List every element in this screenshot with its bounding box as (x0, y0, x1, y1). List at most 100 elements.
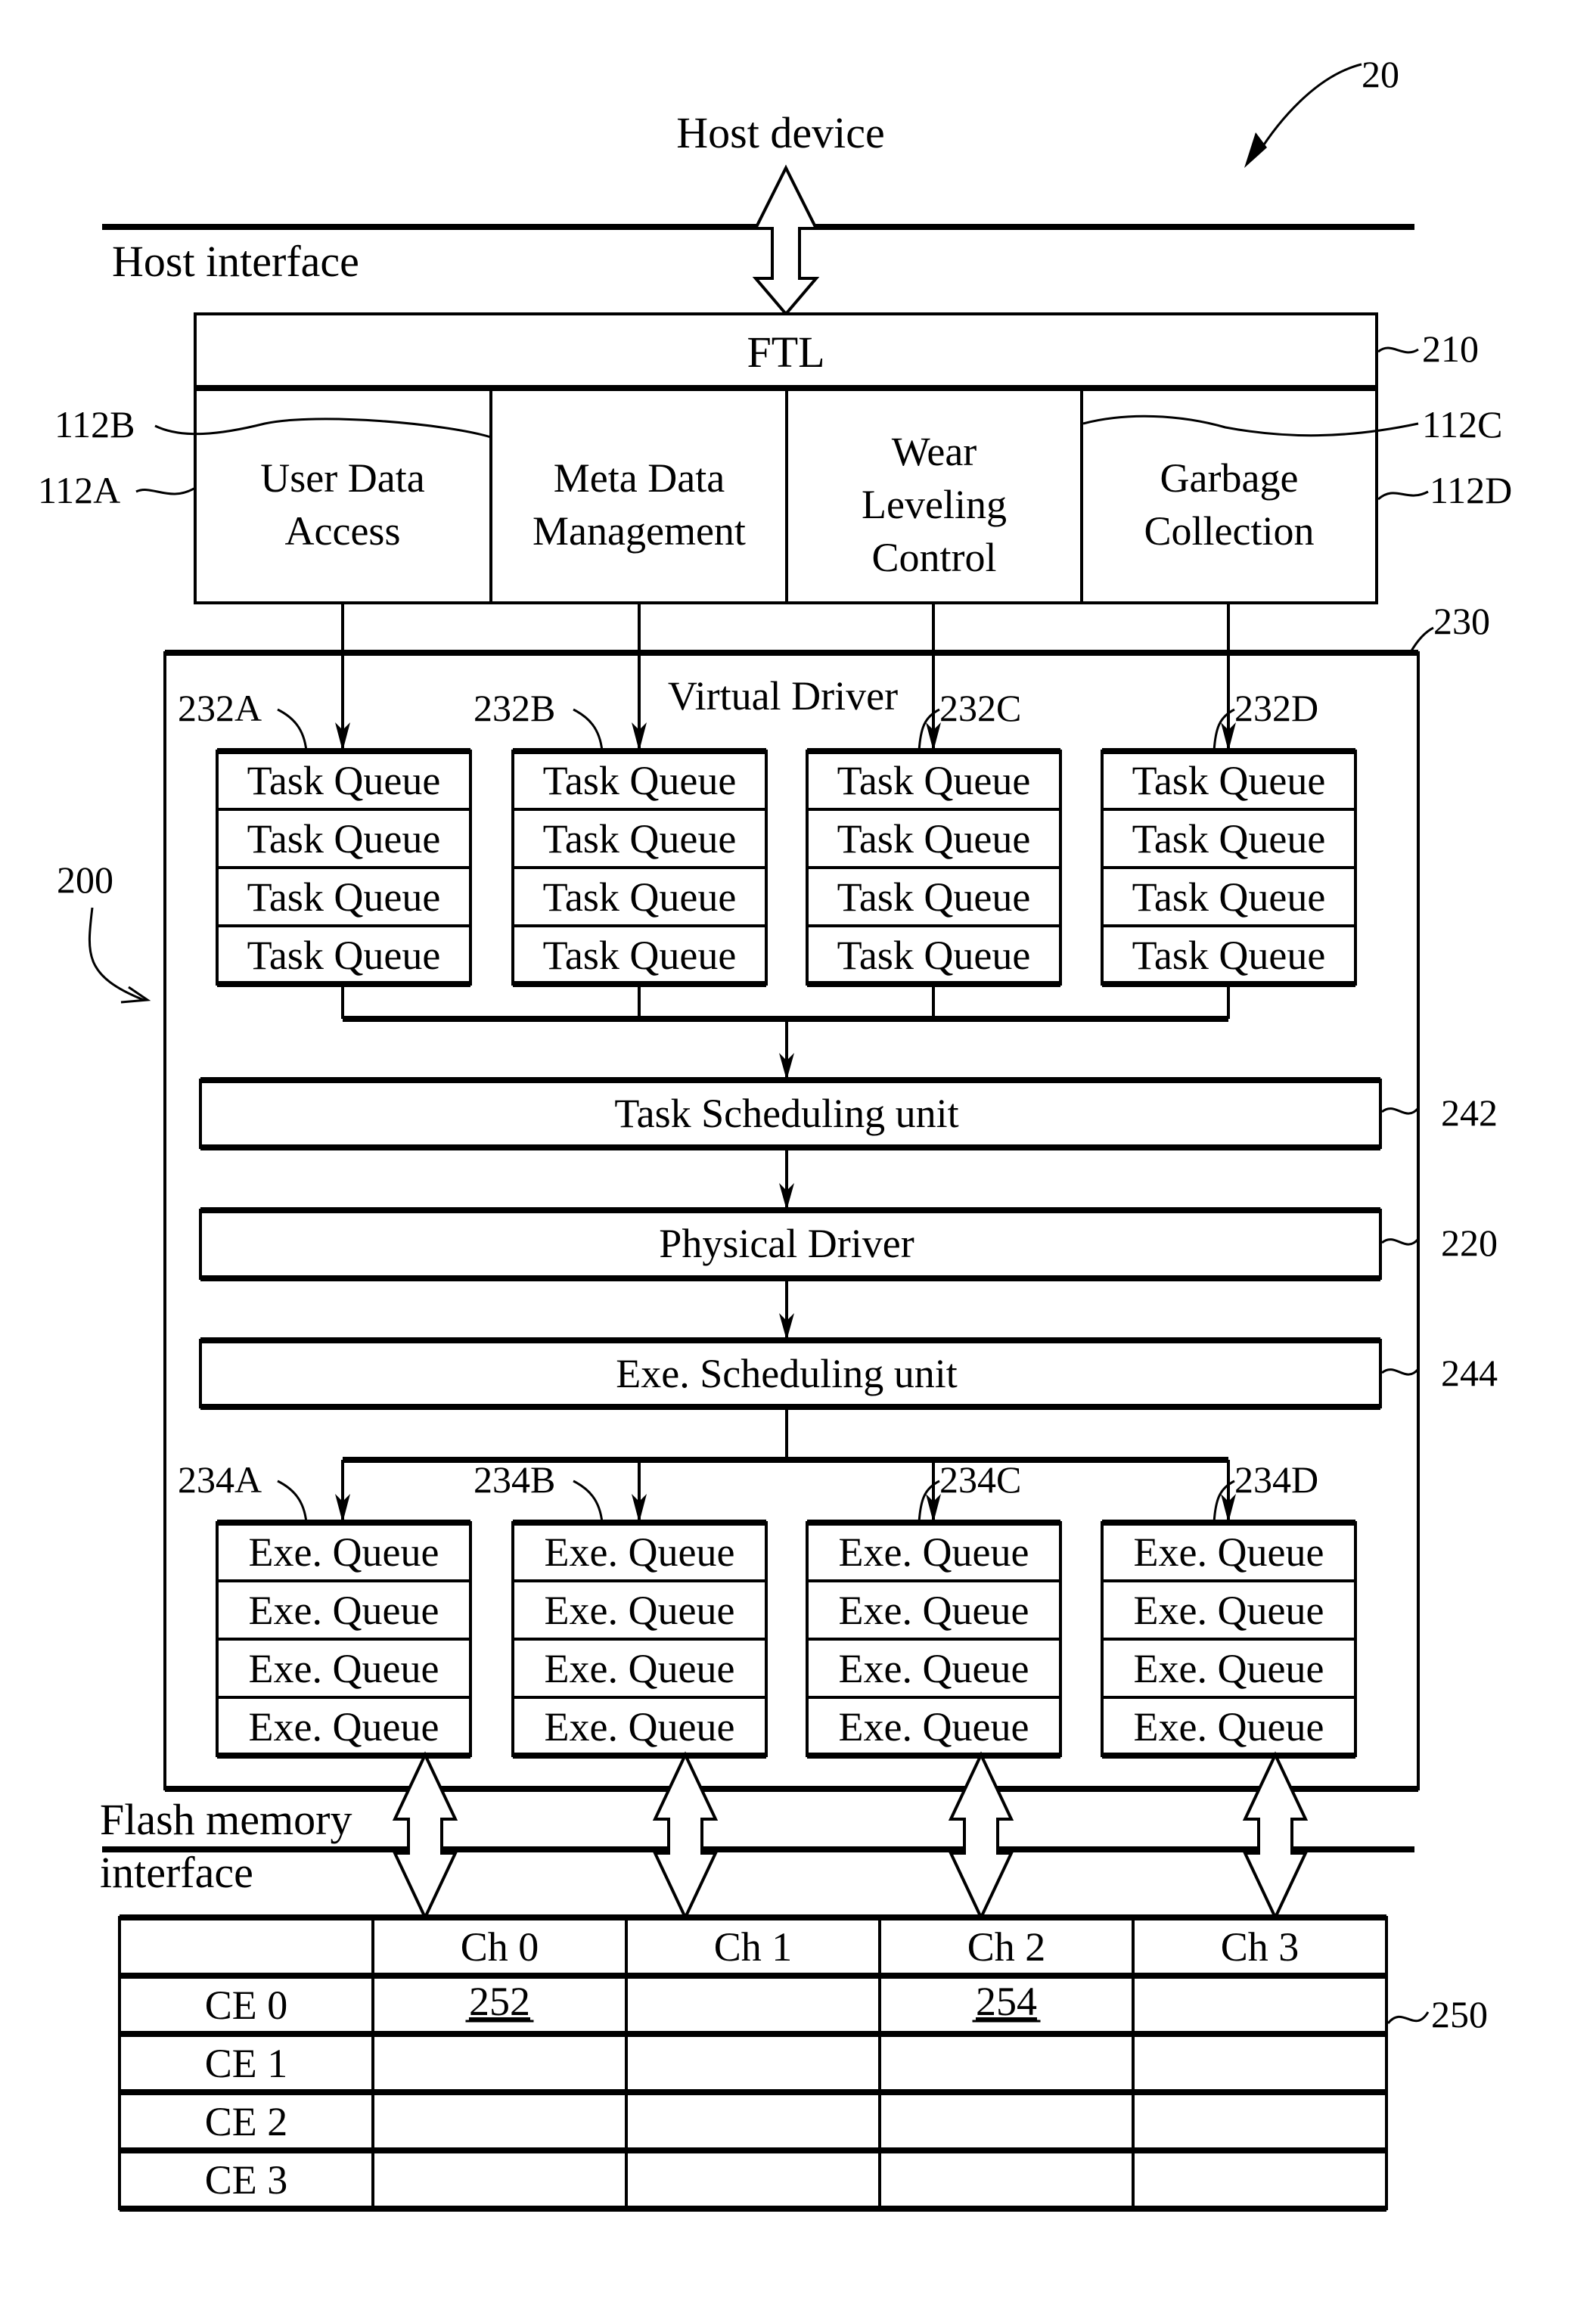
exe-queue-group: Exe. Queue Exe. Queue Exe. Queue Exe. Queue… (806, 1458, 1062, 1759)
flash-block-cell[interactable] (1136, 2037, 1383, 2089)
task-queue-label: Task Queue (247, 874, 441, 920)
channel-header: Ch 3 (1221, 1924, 1299, 1970)
flash-block-cell[interactable] (376, 2153, 623, 2206)
flash-block-cell[interactable] (629, 1979, 877, 2031)
module-ref-112C: 112C (1422, 403, 1503, 446)
channel-header: Ch 2 (967, 1924, 1046, 1970)
flash-interface-label-2: interface (100, 1848, 253, 1897)
task-scheduling-label: Task Scheduling unit (614, 1091, 958, 1136)
virtual-driver-ref-leader (1409, 626, 1434, 653)
controller-ref-leader (88, 907, 144, 1001)
task-scheduling-ref-leader (1381, 1107, 1420, 1115)
exe-queue-label: Exe. Queue (1134, 1588, 1324, 1633)
ftl-module-label: Control (871, 535, 996, 580)
task-queue-ref: 232B (474, 687, 555, 729)
module-ref-112A-leader (135, 486, 196, 495)
module-ref-112D: 112D (1430, 469, 1512, 511)
task-queue-group: Task Queue Task Queue Task Queue Task Queue… (1101, 603, 1357, 987)
flash-block-cell[interactable] (883, 2095, 1130, 2147)
exe-queue-groups: Exe. Queue Exe. Queue Exe. Queue Exe. Queue… (178, 1458, 1357, 1759)
exe-queue-ref: 234D (1234, 1458, 1318, 1501)
flash-interface-label-1: Flash memory (100, 1795, 352, 1844)
exe-queue-label: Exe. Queue (839, 1529, 1029, 1575)
exe-queue-label: Exe. Queue (1134, 1529, 1324, 1575)
exe-queue-label: Exe. Queue (1134, 1704, 1324, 1750)
flash-block-cell[interactable] (883, 2153, 1130, 2206)
ftl-ref-leader (1377, 346, 1419, 354)
flash-double-arrows (392, 1751, 1309, 1921)
block-ref: 254 (976, 1979, 1037, 2024)
task-queue-label: Task Queue (837, 758, 1031, 803)
exe-queue-group: Exe. Queue Exe. Queue Exe. Queue Exe. Queue… (1101, 1458, 1357, 1759)
flash-block-cell[interactable] (376, 2095, 623, 2147)
task-queue-label: Task Queue (837, 874, 1031, 920)
ftl-module-label: Meta Data (554, 455, 725, 501)
exe-queue-ref: 234A (178, 1458, 262, 1501)
module-ref-112D-leader (1377, 490, 1429, 501)
task-queue-label: Task Queue (543, 816, 737, 862)
channel-header: Ch 0 (461, 1924, 539, 1970)
ftl-label: FTL (747, 328, 824, 377)
task-queue-label: Task Queue (247, 758, 441, 803)
flash-array-table: Ch 0 Ch 1 Ch 2 Ch 3 CE 0 252 254 CE 1 CE 2 CE 3 (118, 1914, 1388, 2212)
task-queue-ref: 232A (178, 687, 262, 729)
flash-block-cell[interactable] (1136, 2095, 1383, 2147)
flash-block-cell[interactable] (629, 2153, 877, 2206)
task-queue-group: Task Queue Task Queue Task Queue Task Queue… (474, 603, 768, 987)
flash-block-cell[interactable] (1136, 1979, 1383, 2031)
task-queue-group: Task Queue Task Queue Task Queue Task Queue… (178, 603, 472, 987)
ftl-ref: 210 (1422, 328, 1479, 370)
exe-queue-ref: 234C (939, 1458, 1021, 1501)
physical-driver-ref-leader (1381, 1237, 1420, 1246)
module-ref-112A: 112A (38, 469, 120, 511)
chip-enable-label: CE 2 (205, 2099, 288, 2144)
exe-queue-label: Exe. Queue (249, 1704, 439, 1750)
task-queue-ref: 232C (939, 687, 1021, 729)
flash-block-cell[interactable] (883, 2037, 1130, 2089)
block-diagram: 20 Host device Host interface FTL User D… (38, 53, 1512, 2212)
exe-queue-label: Exe. Queue (249, 1646, 439, 1691)
flash-block-cell[interactable] (629, 2095, 877, 2147)
exe-queue-group: Exe. Queue Exe. Queue Exe. Queue Exe. Queue… (178, 1458, 472, 1759)
flash-block-cell[interactable] (629, 2037, 877, 2089)
virtual-driver-label: Virtual Driver (668, 673, 898, 719)
exe-scheduling-ref: 244 (1441, 1352, 1498, 1394)
task-queue-label: Task Queue (1132, 933, 1326, 978)
chip-enable-label: CE 3 (205, 2157, 288, 2203)
channel-double-arrow-icon (392, 1751, 458, 1921)
task-scheduling-ref: 242 (1441, 1091, 1498, 1134)
chip-enable-label: CE 1 (205, 2041, 288, 2086)
physical-driver-ref: 220 (1441, 1222, 1498, 1264)
virtual-driver: Virtual Driver 230 Task QueueTask QueueT… (163, 600, 1498, 1792)
figure-ref-label: 20 (1362, 53, 1399, 95)
ftl-module-label: Collection (1144, 508, 1315, 554)
task-queue-label: Task Queue (1132, 816, 1326, 862)
ftl-module-label: Management (533, 508, 746, 554)
task-queue-label: Task Queue (1132, 874, 1326, 920)
figure-ref-leader (1256, 63, 1362, 156)
task-queue-label: Task Queue (247, 816, 441, 862)
flash-block-cell[interactable] (376, 2037, 623, 2089)
host-double-arrow-icon (752, 164, 820, 317)
task-queue-label: Task Queue (543, 933, 737, 978)
physical-driver-label: Physical Driver (659, 1221, 914, 1266)
virtual-driver-ref: 230 (1433, 600, 1490, 642)
controller-ref: 200 (57, 859, 113, 901)
channel-double-arrow-icon (948, 1751, 1014, 1921)
exe-queue-label: Exe. Queue (545, 1646, 735, 1691)
figure-ref: 20 (1244, 53, 1399, 168)
exe-scheduling-ref-leader (1381, 1368, 1420, 1376)
exe-queue-label: Exe. Queue (1134, 1646, 1324, 1691)
exe-queue-label: Exe. Queue (545, 1529, 735, 1575)
task-queue-label: Task Queue (543, 874, 737, 920)
module-ref-112B: 112B (54, 403, 135, 446)
task-queue-group: Task Queue Task Queue Task Queue Task Queue… (806, 603, 1062, 987)
flash-block-cell[interactable] (1136, 2153, 1383, 2206)
controller-ref-arrow-icon (120, 986, 151, 1004)
ftl-module-label: Leveling (862, 482, 1007, 527)
task-queue-label: Task Queue (543, 758, 737, 803)
exe-queue-label: Exe. Queue (839, 1646, 1029, 1691)
exe-queue-label: Exe. Queue (839, 1704, 1029, 1750)
flash-array-ref: 250 (1431, 1993, 1488, 2035)
flash-array-ref-leader (1386, 2011, 1430, 2024)
